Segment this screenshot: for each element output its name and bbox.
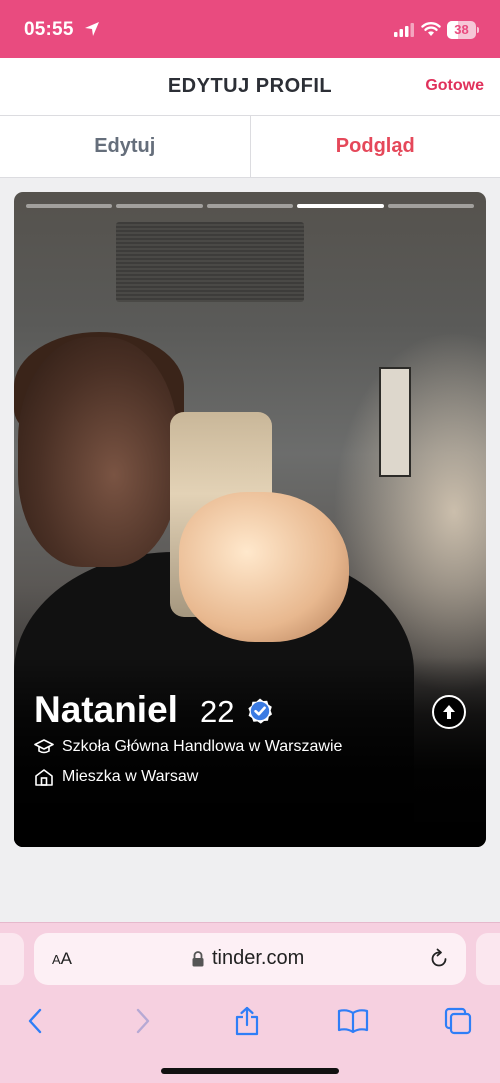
address-bar[interactable]: AA tinder.com: [34, 933, 466, 985]
graduation-cap-icon: [34, 739, 54, 754]
forward-button[interactable]: [123, 1001, 163, 1041]
home-icon: [35, 769, 53, 786]
bookmarks-button[interactable]: [333, 1001, 373, 1041]
lock-icon: [192, 951, 204, 967]
tabs-button[interactable]: [438, 1001, 478, 1041]
profile-name: Nataniel: [34, 689, 178, 730]
url-text: tinder.com: [212, 947, 305, 969]
wifi-icon: [421, 22, 441, 36]
profile-card[interactable]: Nataniel 22 Szkoła Główna Handlowa w War…: [14, 192, 486, 847]
photo-progress-segment[interactable]: [297, 204, 384, 208]
reload-icon[interactable]: [428, 948, 450, 970]
browser-nav: [0, 1001, 500, 1041]
photo-progress-segment[interactable]: [387, 204, 475, 208]
home-indicator: [161, 1068, 339, 1074]
browser-toolbar: AA tinder.com: [0, 922, 500, 1083]
photo-progress-segment[interactable]: [206, 204, 294, 208]
previous-tab-preview[interactable]: [0, 933, 24, 985]
expand-profile-button[interactable]: [432, 695, 466, 729]
tab-bar: Edytuj Podgląd: [0, 116, 500, 178]
back-icon: [28, 1008, 42, 1034]
forward-icon: [136, 1008, 150, 1034]
tab-edit[interactable]: Edytuj: [0, 116, 251, 177]
app-header: EDYTUJ PROFIL Gotowe: [0, 58, 500, 116]
text-size-button[interactable]: AA: [52, 949, 72, 969]
back-button[interactable]: [15, 1001, 55, 1041]
share-icon: [235, 1006, 259, 1036]
photo-progress-segment[interactable]: [116, 204, 203, 208]
tab-preview[interactable]: Podgląd: [251, 116, 500, 177]
battery-icon: 38: [447, 21, 479, 39]
signal-icon: [394, 23, 414, 37]
share-button[interactable]: [227, 1001, 267, 1041]
verified-badge-icon: [248, 698, 272, 724]
photo-progress-segment[interactable]: [26, 204, 113, 208]
status-bar: 05:55 38: [0, 0, 500, 58]
status-time: 05:55: [24, 19, 74, 40]
school-text: Szkoła Główna Handlowa w Warszawie: [62, 738, 343, 755]
arrow-up-icon: [443, 705, 455, 719]
next-tab-preview[interactable]: [476, 933, 500, 985]
photo-progress: [26, 204, 475, 208]
school-row: Szkoła Główna Handlowa w Warszawie: [34, 738, 342, 756]
tabs-icon: [444, 1007, 472, 1035]
home-text: Mieszka w Warsaw: [62, 768, 199, 785]
bookmarks-icon: [337, 1009, 369, 1034]
profile-age: 22: [200, 694, 235, 729]
location-arrow-icon: [85, 22, 99, 36]
done-button[interactable]: Gotowe: [425, 77, 484, 95]
home-row: Mieszka w Warsaw: [34, 768, 198, 786]
battery-percent: 38: [454, 22, 469, 37]
